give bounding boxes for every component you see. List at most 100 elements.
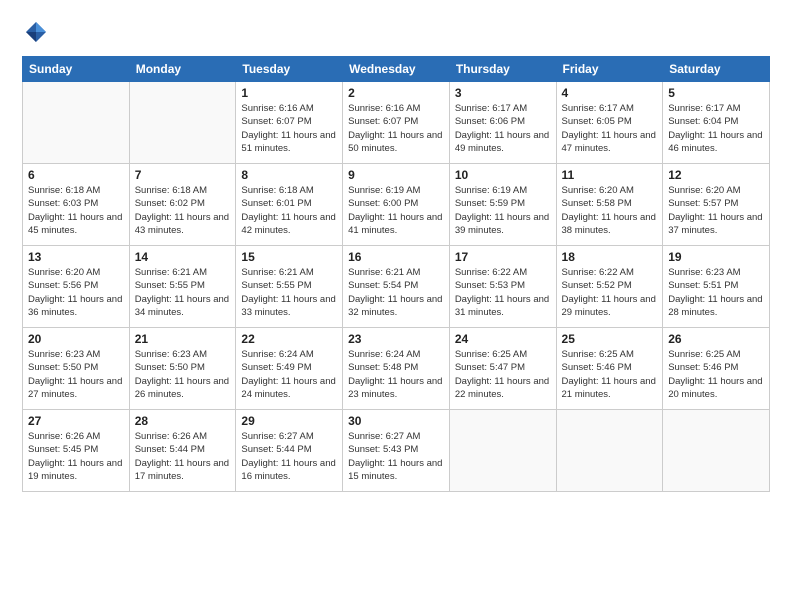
calendar-cell: 9Sunrise: 6:19 AMSunset: 6:00 PMDaylight… [343, 164, 450, 246]
day-info: Sunrise: 6:23 AMSunset: 5:51 PMDaylight:… [668, 266, 764, 319]
calendar-cell: 28 Sunrise: 6:26 AMSunset: 5:44 PMDayligh… [129, 410, 236, 492]
day-info: Sunrise: 6:18 AMSunset: 6:02 PMDaylight:… [135, 184, 231, 237]
day-number: 25 [562, 332, 658, 346]
day-info: Sunrise: 6:18 AMSunset: 6:01 PMDaylight:… [241, 184, 337, 237]
calendar-cell: 25 Sunrise: 6:25 AMSunset: 5:46 PMDayligh… [556, 328, 663, 410]
day-info: Sunrise: 6:17 AMSunset: 6:06 PMDaylight:… [455, 102, 551, 155]
day-number: 11 [562, 168, 658, 182]
calendar-cell [663, 410, 770, 492]
day-info: Sunrise: 6:22 AMSunset: 5:53 PMDaylight:… [455, 266, 551, 319]
calendar-cell: 10 Sunrise: 6:19 AMSunset: 5:59 PMDayligh… [449, 164, 556, 246]
day-number: 4 [562, 86, 658, 100]
day-info: Sunrise: 6:25 AMSunset: 5:46 PMDaylight:… [562, 348, 658, 401]
day-number: 5 [668, 86, 764, 100]
calendar-cell [556, 410, 663, 492]
day-number: 21 [135, 332, 231, 346]
day-number: 20 [28, 332, 124, 346]
day-info: Sunrise: 6:27 AMSunset: 5:44 PMDaylight:… [241, 430, 337, 483]
calendar-cell: 27 Sunrise: 6:26 AMSunset: 5:45 PMDayligh… [23, 410, 130, 492]
day-number: 19 [668, 250, 764, 264]
day-number: 16 [348, 250, 444, 264]
day-number: 9 [348, 168, 444, 182]
weekday-friday: Friday [556, 57, 663, 82]
day-info: Sunrise: 6:21 AMSunset: 5:55 PMDaylight:… [241, 266, 337, 319]
day-number: 3 [455, 86, 551, 100]
calendar-cell: 26 Sunrise: 6:25 AMSunset: 5:46 PMDayligh… [663, 328, 770, 410]
day-number: 7 [135, 168, 231, 182]
day-info: Sunrise: 6:26 AMSunset: 5:45 PMDaylight:… [28, 430, 124, 483]
calendar-cell: 17 Sunrise: 6:22 AMSunset: 5:53 PMDayligh… [449, 246, 556, 328]
calendar-cell: 13Sunrise: 6:20 AMSunset: 5:56 PMDayligh… [23, 246, 130, 328]
day-number: 10 [455, 168, 551, 182]
day-info: Sunrise: 6:24 AMSunset: 5:48 PMDaylight:… [348, 348, 444, 401]
day-info: Sunrise: 6:17 AMSunset: 6:04 PMDaylight:… [668, 102, 764, 155]
calendar-cell: 12 Sunrise: 6:20 AMSunset: 5:57 PMDayligh… [663, 164, 770, 246]
day-number: 23 [348, 332, 444, 346]
day-info: Sunrise: 6:18 AMSunset: 6:03 PMDaylight:… [28, 184, 124, 237]
weekday-sunday: Sunday [23, 57, 130, 82]
calendar-cell [23, 82, 130, 164]
day-info: Sunrise: 6:23 AMSunset: 5:50 PMDaylight:… [135, 348, 231, 401]
weekday-tuesday: Tuesday [236, 57, 343, 82]
day-number: 14 [135, 250, 231, 264]
calendar-table: SundayMondayTuesdayWednesdayThursdayFrid… [22, 56, 770, 492]
day-info: Sunrise: 6:16 AMSunset: 6:07 PMDaylight:… [348, 102, 444, 155]
day-info: Sunrise: 6:21 AMSunset: 5:54 PMDaylight:… [348, 266, 444, 319]
calendar-cell: 18 Sunrise: 6:22 AMSunset: 5:52 PMDayligh… [556, 246, 663, 328]
day-number: 8 [241, 168, 337, 182]
day-info: Sunrise: 6:17 AMSunset: 6:05 PMDaylight:… [562, 102, 658, 155]
calendar-body: 1 Sunrise: 6:16 AMSunset: 6:07 PMDaylight… [23, 82, 770, 492]
calendar-cell: 14 Sunrise: 6:21 AMSunset: 5:55 PMDayligh… [129, 246, 236, 328]
day-number: 2 [348, 86, 444, 100]
day-info: Sunrise: 6:22 AMSunset: 5:52 PMDaylight:… [562, 266, 658, 319]
weekday-monday: Monday [129, 57, 236, 82]
logo [22, 18, 54, 46]
day-info: Sunrise: 6:25 AMSunset: 5:46 PMDaylight:… [668, 348, 764, 401]
day-info: Sunrise: 6:26 AMSunset: 5:44 PMDaylight:… [135, 430, 231, 483]
logo-icon [22, 18, 50, 46]
weekday-saturday: Saturday [663, 57, 770, 82]
day-number: 26 [668, 332, 764, 346]
calendar-cell: 2 Sunrise: 6:16 AMSunset: 6:07 PMDaylight… [343, 82, 450, 164]
day-info: Sunrise: 6:20 AMSunset: 5:56 PMDaylight:… [28, 266, 124, 319]
week-row-5: 27 Sunrise: 6:26 AMSunset: 5:45 PMDayligh… [23, 410, 770, 492]
week-row-4: 20 Sunrise: 6:23 AMSunset: 5:50 PMDayligh… [23, 328, 770, 410]
calendar-cell: 3 Sunrise: 6:17 AMSunset: 6:06 PMDaylight… [449, 82, 556, 164]
page: SundayMondayTuesdayWednesdayThursdayFrid… [0, 0, 792, 612]
weekday-wednesday: Wednesday [343, 57, 450, 82]
week-row-3: 13Sunrise: 6:20 AMSunset: 5:56 PMDayligh… [23, 246, 770, 328]
calendar-cell: 19 Sunrise: 6:23 AMSunset: 5:51 PMDayligh… [663, 246, 770, 328]
day-info: Sunrise: 6:16 AMSunset: 6:07 PMDaylight:… [241, 102, 337, 155]
calendar-cell: 1 Sunrise: 6:16 AMSunset: 6:07 PMDaylight… [236, 82, 343, 164]
calendar-cell: 21 Sunrise: 6:23 AMSunset: 5:50 PMDayligh… [129, 328, 236, 410]
header [22, 18, 770, 46]
calendar-cell: 6Sunrise: 6:18 AMSunset: 6:03 PMDaylight… [23, 164, 130, 246]
day-number: 18 [562, 250, 658, 264]
weekday-thursday: Thursday [449, 57, 556, 82]
calendar-cell: 23 Sunrise: 6:24 AMSunset: 5:48 PMDayligh… [343, 328, 450, 410]
day-info: Sunrise: 6:25 AMSunset: 5:47 PMDaylight:… [455, 348, 551, 401]
calendar-cell [449, 410, 556, 492]
day-info: Sunrise: 6:20 AMSunset: 5:57 PMDaylight:… [668, 184, 764, 237]
week-row-2: 6Sunrise: 6:18 AMSunset: 6:03 PMDaylight… [23, 164, 770, 246]
calendar-cell: 20 Sunrise: 6:23 AMSunset: 5:50 PMDayligh… [23, 328, 130, 410]
day-number: 12 [668, 168, 764, 182]
day-number: 30 [348, 414, 444, 428]
day-number: 22 [241, 332, 337, 346]
day-number: 17 [455, 250, 551, 264]
day-number: 28 [135, 414, 231, 428]
day-number: 1 [241, 86, 337, 100]
day-number: 24 [455, 332, 551, 346]
weekday-header-row: SundayMondayTuesdayWednesdayThursdayFrid… [23, 57, 770, 82]
week-row-1: 1 Sunrise: 6:16 AMSunset: 6:07 PMDaylight… [23, 82, 770, 164]
calendar-cell: 5 Sunrise: 6:17 AMSunset: 6:04 PMDaylight… [663, 82, 770, 164]
day-number: 27 [28, 414, 124, 428]
calendar-cell: 24 Sunrise: 6:25 AMSunset: 5:47 PMDayligh… [449, 328, 556, 410]
day-info: Sunrise: 6:19 AMSunset: 5:59 PMDaylight:… [455, 184, 551, 237]
calendar-cell: 22Sunrise: 6:24 AMSunset: 5:49 PMDayligh… [236, 328, 343, 410]
day-info: Sunrise: 6:23 AMSunset: 5:50 PMDaylight:… [28, 348, 124, 401]
day-number: 15 [241, 250, 337, 264]
day-info: Sunrise: 6:27 AMSunset: 5:43 PMDaylight:… [348, 430, 444, 483]
calendar-cell: 8 Sunrise: 6:18 AMSunset: 6:01 PMDaylight… [236, 164, 343, 246]
day-info: Sunrise: 6:21 AMSunset: 5:55 PMDaylight:… [135, 266, 231, 319]
